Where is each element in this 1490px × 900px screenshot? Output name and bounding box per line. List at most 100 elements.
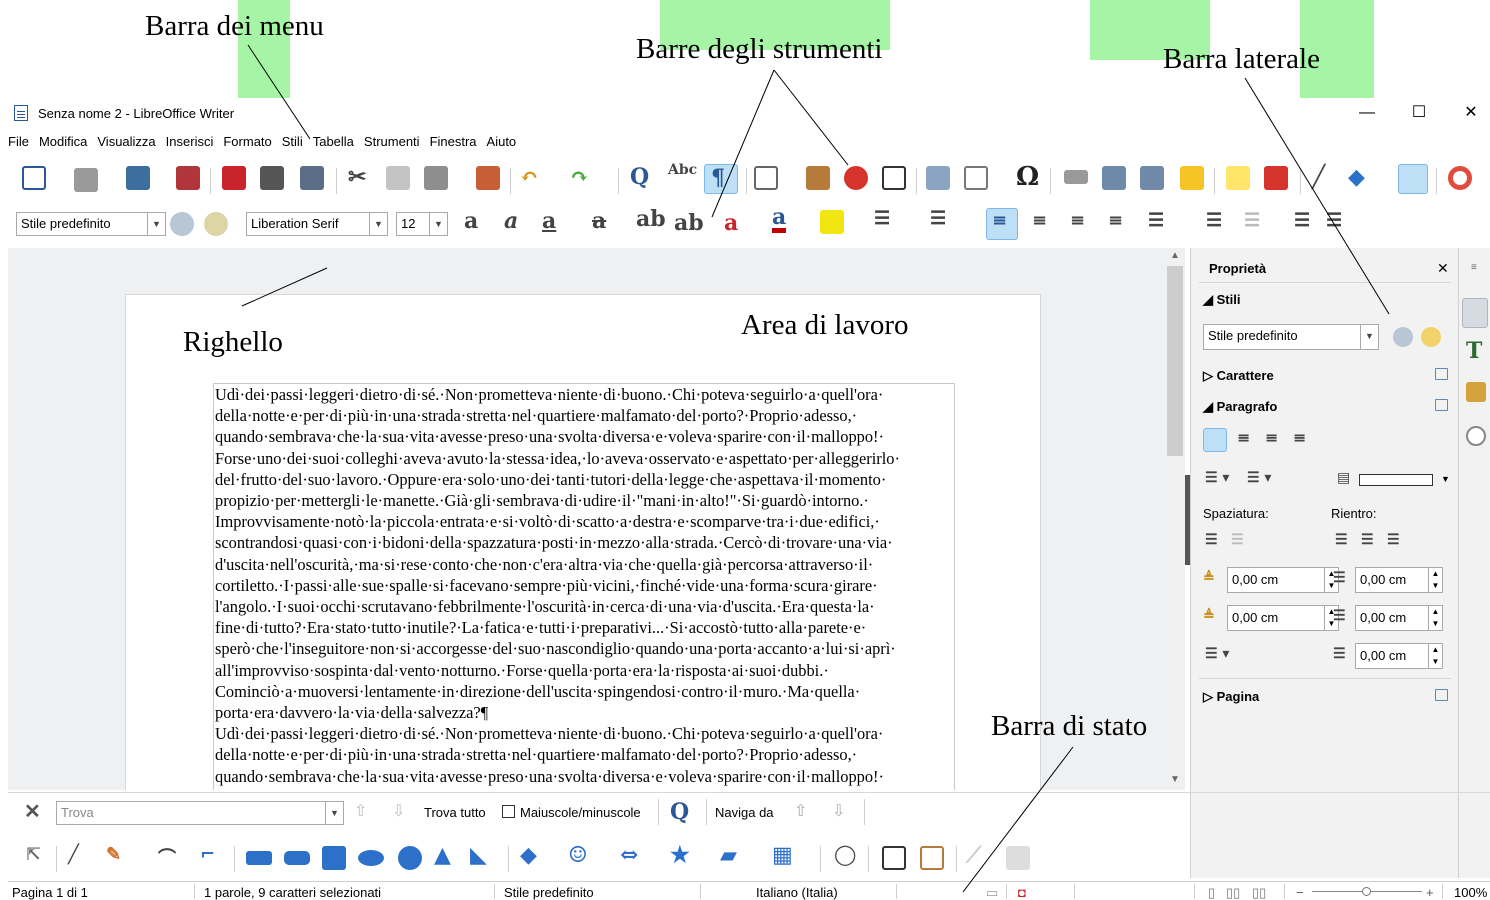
paragraph-style-combo[interactable]: Stile predefinito ▼ bbox=[16, 212, 166, 236]
insert-fontwork-icon[interactable] bbox=[920, 846, 944, 870]
endnote-icon[interactable] bbox=[1140, 166, 1164, 190]
ellipse-icon[interactable] bbox=[358, 850, 384, 866]
character-section-header[interactable]: ▷ Carattere bbox=[1203, 368, 1274, 384]
export-icon[interactable] bbox=[176, 166, 200, 190]
align-center-icon[interactable]: ≡ bbox=[1032, 210, 1047, 231]
unordered-list-icon[interactable]: ☰ bbox=[874, 208, 890, 229]
decrease-spacing-icon[interactable]: ☰ bbox=[1231, 532, 1244, 548]
paragraph-background-icon[interactable]: ▤ bbox=[1337, 470, 1350, 486]
insert-image-icon[interactable] bbox=[806, 166, 830, 190]
points-icon[interactable]: ⟋ bbox=[966, 842, 981, 868]
increase-indent-icon[interactable]: ☰ bbox=[1335, 532, 1348, 548]
line-spacing-icon[interactable]: ☰ ▾ bbox=[1205, 646, 1229, 662]
copy-icon[interactable] bbox=[386, 166, 410, 190]
comment-icon[interactable] bbox=[1226, 166, 1250, 190]
menu-formato[interactable]: Formato bbox=[223, 134, 271, 149]
paragraph[interactable]: Udì·dei·passi·leggeri·dietro·di·sé.·Non·… bbox=[215, 384, 953, 723]
insert-mode-icon[interactable]: ▭ bbox=[986, 885, 998, 900]
single-page-view-icon[interactable]: ▯ bbox=[1208, 885, 1215, 900]
decrease-paragraph-spacing-icon[interactable]: ☰ bbox=[1244, 210, 1260, 231]
basic-shapes-icon[interactable]: ◆ bbox=[1348, 164, 1365, 190]
spin-arrows-icon[interactable]: ▲ ▼ bbox=[1428, 606, 1442, 630]
new-style-icon[interactable] bbox=[1421, 327, 1441, 347]
styles-icon[interactable]: T bbox=[1466, 338, 1482, 364]
symbol-shapes-icon[interactable]: ☺ bbox=[568, 842, 588, 868]
menu-inserisci[interactable]: Inserisci bbox=[166, 134, 214, 149]
document-modified-icon[interactable]: ◘ bbox=[1018, 885, 1026, 900]
navigate-next-icon[interactable]: ⇩ bbox=[832, 801, 845, 821]
navigator-compass-icon[interactable] bbox=[1466, 426, 1486, 446]
insert-chart-icon[interactable] bbox=[844, 166, 868, 190]
book-view-icon[interactable]: ▯▯ bbox=[1252, 885, 1266, 900]
cut-icon[interactable]: ✂ bbox=[348, 164, 366, 190]
italic-icon[interactable]: a bbox=[504, 208, 518, 234]
scrollbar-thumb[interactable] bbox=[1167, 266, 1183, 456]
minimize-button[interactable]: — bbox=[1344, 102, 1390, 124]
flowchart-icon[interactable]: ▦ bbox=[772, 842, 793, 868]
block-arrows-icon[interactable]: ⇔ bbox=[620, 842, 638, 868]
zoom-out-icon[interactable]: − bbox=[1296, 885, 1304, 900]
chevron-down-icon[interactable]: ▼ bbox=[325, 802, 343, 824]
decrease-indent-icon[interactable]: ☰ bbox=[1361, 532, 1374, 548]
menu-file[interactable]: File bbox=[8, 134, 29, 149]
insert-comment-shape-icon[interactable]: ◯ bbox=[834, 842, 856, 866]
above-paragraph-spacing-field[interactable]: 0,00 cm ▲ ▼ bbox=[1227, 567, 1339, 593]
font-color-icon[interactable]: a bbox=[772, 206, 787, 233]
bold-icon[interactable]: a bbox=[464, 208, 478, 234]
sidebar-menu-icon[interactable]: ≡ bbox=[1471, 262, 1477, 273]
chevron-down-icon[interactable]: ▼ bbox=[369, 213, 387, 235]
scroll-up-icon[interactable]: ▲ bbox=[1170, 250, 1180, 261]
callouts-icon[interactable]: ▰ bbox=[720, 842, 737, 868]
after-text-indent-field[interactable]: 0,00 cm ▲ ▼ bbox=[1355, 605, 1443, 631]
show-draw-functions-icon[interactable] bbox=[1398, 164, 1428, 194]
font-name-combo[interactable]: Liberation Serif ▼ bbox=[246, 212, 388, 236]
track-changes-icon[interactable] bbox=[1264, 166, 1288, 190]
menu-tabella[interactable]: Tabella bbox=[313, 134, 354, 149]
curve-icon[interactable]: ⌒ bbox=[158, 844, 176, 870]
find-next-icon[interactable]: ⇩ bbox=[392, 801, 405, 821]
scroll-down-icon[interactable]: ▼ bbox=[1170, 774, 1180, 785]
page-section-header[interactable]: ▷ Pagina bbox=[1203, 689, 1259, 705]
clone-formatting-icon[interactable] bbox=[476, 166, 500, 190]
hyperlink-icon[interactable] bbox=[1064, 170, 1088, 184]
increase-indent-icon[interactable]: ☰ bbox=[1294, 210, 1310, 231]
multi-page-view-icon[interactable]: ▯▯ bbox=[1226, 885, 1240, 900]
highlighting-icon[interactable] bbox=[820, 210, 844, 234]
zoom-slider-handle[interactable] bbox=[1362, 887, 1371, 896]
find-previous-icon[interactable]: ⇧ bbox=[354, 801, 367, 821]
align-left-icon[interactable] bbox=[1203, 428, 1227, 452]
word-count[interactable]: 1 parole, 9 caratteri selezionati bbox=[204, 885, 381, 900]
more-options-icon[interactable] bbox=[1435, 399, 1448, 411]
bookmark-icon[interactable] bbox=[1180, 166, 1204, 190]
align-right-icon[interactable]: ≡ bbox=[1265, 428, 1278, 447]
insert-textbox-icon[interactable] bbox=[882, 846, 906, 870]
underline-icon[interactable]: a bbox=[542, 208, 556, 234]
gallery-icon[interactable] bbox=[1466, 382, 1486, 402]
menu-finestra[interactable]: Finestra bbox=[430, 134, 477, 149]
rectangle-icon[interactable] bbox=[246, 851, 272, 865]
print-icon[interactable] bbox=[260, 166, 284, 190]
menu-visualizza[interactable]: Visualizza bbox=[97, 134, 155, 149]
font-size-combo[interactable]: 12 ▼ bbox=[396, 212, 448, 236]
circle-icon[interactable] bbox=[398, 846, 422, 870]
close-icon[interactable]: ✕ bbox=[1437, 260, 1449, 277]
triangle-icon[interactable]: ▲ bbox=[434, 842, 451, 868]
spin-arrows-icon[interactable]: ▲ ▼ bbox=[1428, 644, 1442, 668]
align-center-icon[interactable]: ≡ bbox=[1237, 428, 1250, 447]
toggle-extrusion-icon[interactable] bbox=[1006, 846, 1030, 870]
special-character-icon[interactable]: Ω bbox=[1016, 162, 1039, 192]
export-pdf-icon[interactable] bbox=[222, 166, 246, 190]
navigate-previous-icon[interactable]: ⇧ bbox=[794, 801, 807, 821]
save-icon[interactable] bbox=[126, 166, 150, 190]
clear-formatting-icon[interactable]: a bbox=[724, 210, 738, 236]
paragraph[interactable]: Udì·dei·passi·leggeri·dietro·di·sé.·Non·… bbox=[215, 723, 953, 787]
page-style[interactable]: Stile predefinito bbox=[504, 885, 594, 900]
chevron-down-icon[interactable]: ▼ bbox=[1360, 325, 1378, 349]
justify-icon[interactable]: ≡ bbox=[1108, 210, 1123, 231]
hanging-indent-icon[interactable]: ☰ bbox=[1387, 532, 1400, 548]
square-icon[interactable] bbox=[322, 846, 346, 870]
increase-paragraph-spacing-icon[interactable]: ☰ bbox=[1206, 210, 1222, 231]
paragraph-section-header[interactable]: ◢ Paragrafo bbox=[1203, 399, 1277, 415]
insert-field-icon[interactable] bbox=[964, 166, 988, 190]
page-count[interactable]: Pagina 1 di 1 bbox=[12, 885, 88, 900]
